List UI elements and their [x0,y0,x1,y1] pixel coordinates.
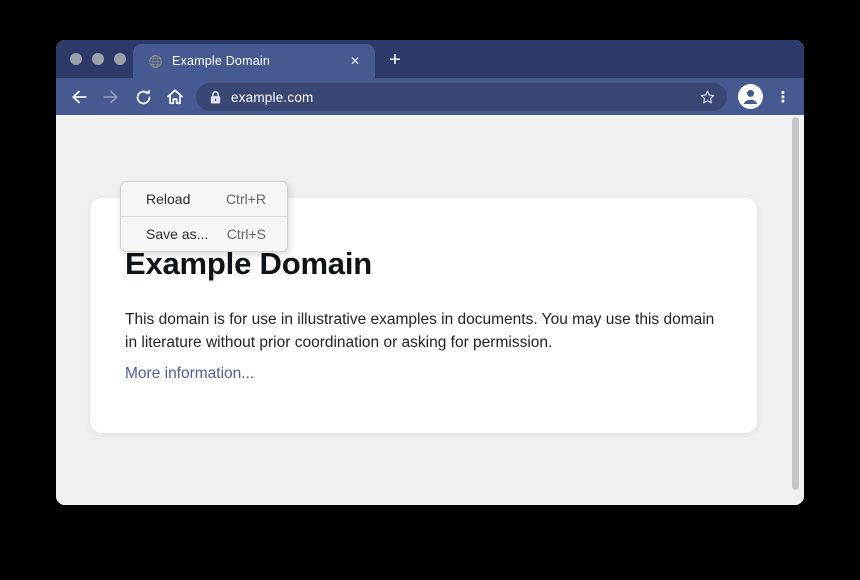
tab-example-domain[interactable]: Example Domain ✕ [133,44,375,78]
scrollbar[interactable] [792,117,799,490]
context-menu-item-reload[interactable]: Reload Ctrl+R [121,182,287,216]
reload-button[interactable] [130,84,156,110]
menu-item-shortcut: Ctrl+R [226,191,266,207]
globe-favicon-icon [148,54,163,69]
menu-item-label: Reload [146,191,190,207]
browser-window: Example Domain ✕ + [56,40,804,505]
scrollbar-track [790,115,802,505]
back-button[interactable] [66,84,92,110]
page-viewport: Example Domain This domain is for use in… [56,115,804,505]
lock-icon [209,90,222,105]
titlebar[interactable]: Example Domain ✕ + [56,40,804,78]
address-bar[interactable] [196,83,727,111]
profile-person-icon [738,84,763,109]
navigation-toolbar: ⋮ [56,78,804,115]
tab-title: Example Domain [172,54,347,68]
tab-close-icon[interactable]: ✕ [347,53,363,69]
desktop-background: { "browser": { "tab": { "title": "Exampl… [0,0,860,580]
context-menu: Reload Ctrl+R Save as... Ctrl+S [120,181,288,252]
bookmark-star-icon[interactable] [698,88,717,107]
window-controls [70,53,126,65]
forward-button[interactable] [98,84,124,110]
context-menu-item-save-as[interactable]: Save as... Ctrl+S [121,217,287,251]
page-paragraph: This domain is for use in illustrative e… [125,308,717,354]
forward-arrow-icon [101,87,121,107]
more-information-link[interactable]: More information... [125,365,254,383]
reload-icon [134,88,153,107]
url-input[interactable] [231,90,698,105]
home-icon [165,87,185,107]
back-arrow-icon [69,87,89,107]
minimize-window-button[interactable] [92,53,104,65]
home-button[interactable] [162,84,188,110]
close-window-button[interactable] [70,53,82,65]
menu-item-shortcut: Ctrl+S [227,226,266,242]
profile-button[interactable] [738,84,763,109]
browser-menu-button[interactable]: ⋮ [773,83,793,110]
zoom-window-button[interactable] [114,53,126,65]
menu-item-label: Save as... [146,226,208,242]
new-tab-button[interactable]: + [381,46,409,74]
